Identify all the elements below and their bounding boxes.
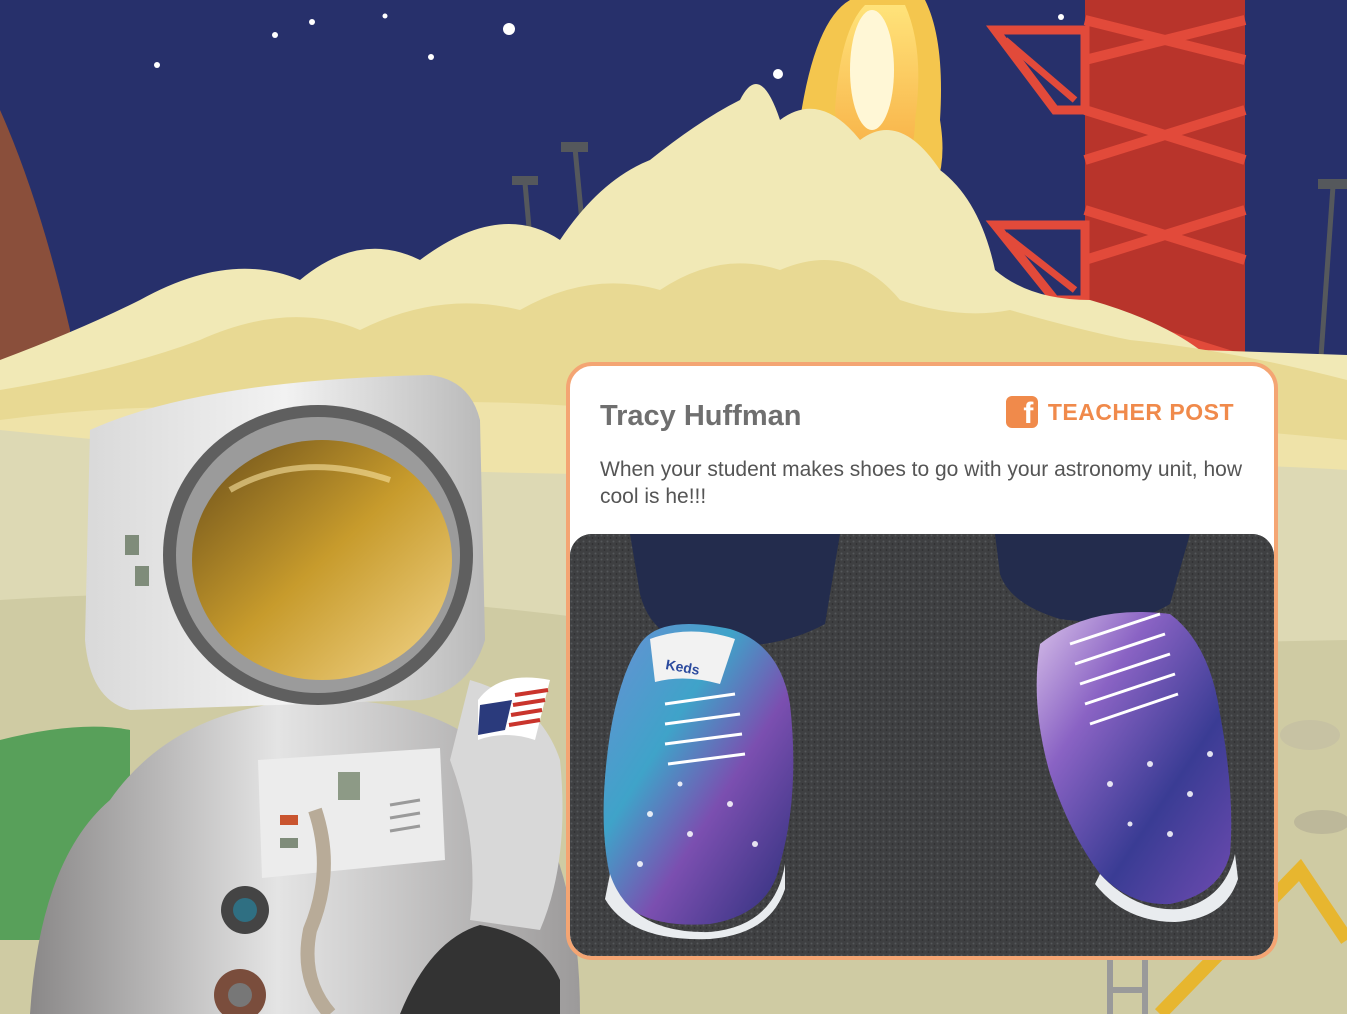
teacher-post-badge[interactable]: f TEACHER POST [1005,396,1234,428]
facebook-icon: f [1005,396,1038,428]
post-photo: Keds [570,534,1274,956]
left-shoe: Keds [603,624,794,940]
post-text: When your student makes shoes to go with… [600,458,1242,508]
teacher-post-card: Tracy Huffman f TEACHER POST When your s… [566,362,1278,960]
helmet-visor [192,440,452,680]
post-author: Tracy Huffman [600,400,802,432]
badge-label: TEACHER POST [1047,398,1234,425]
